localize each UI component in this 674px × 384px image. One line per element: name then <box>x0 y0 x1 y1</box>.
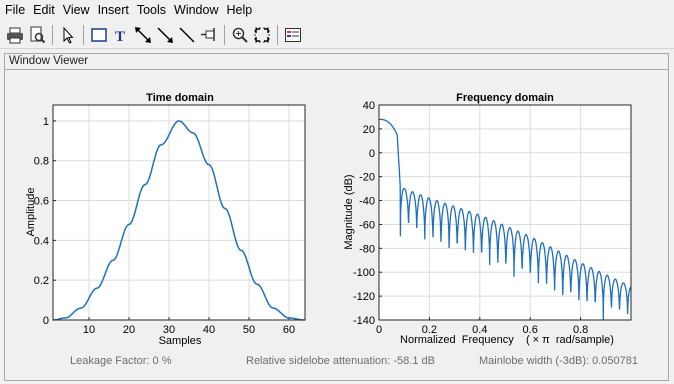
time-domain-y-tick-label: 1 <box>43 116 49 128</box>
time-domain-y-tick-label: 0.8 <box>34 156 49 168</box>
time-domain-x-tick-label: 50 <box>243 324 255 336</box>
time-domain-title: Time domain <box>146 92 214 104</box>
frequency-domain-y-tick-label: -100 <box>353 267 375 279</box>
frequency-domain-title: Frequency domain <box>456 92 554 104</box>
frequency-domain-xlabel: Normalized Frequency ( × π rad/sample) <box>400 334 614 346</box>
frequency-domain-y-tick-label: -120 <box>353 291 375 303</box>
frequency-domain-y-tick-label: -140 <box>353 315 375 327</box>
leakage-factor-label: Leakage Factor: 0 % <box>70 355 172 367</box>
time-domain-y-tick-label: 0 <box>43 315 49 327</box>
time-domain-x-tick-label: 10 <box>83 324 95 336</box>
plots-svg: 10 20 30 40 50 6000.20.40.60.81 Time domain S… <box>25 92 632 347</box>
frequency-domain-ylabel: Magnitude (dB) <box>343 174 355 249</box>
frequency-domain-y-tick-label: -80 <box>359 243 375 255</box>
frequency-domain-y-tick-label: 40 <box>363 100 375 112</box>
time-domain-ylabel: Amplitude <box>25 188 37 237</box>
frequency-domain-y-tick-label: -20 <box>359 172 375 184</box>
time-domain-x-tick-label: 40 <box>203 324 215 336</box>
frequency-domain-y-tick-label: -40 <box>359 196 375 208</box>
time-domain-xlabel: Samples <box>159 335 202 347</box>
time-domain-plot-background[interactable] <box>53 105 305 320</box>
frequency-domain-axes: 0 0.2 0.4 0.6 0.8-140-120-100-80-60-40-20020… <box>343 92 632 346</box>
frequency-domain-y-tick-label: 20 <box>363 124 375 136</box>
sidelobe-attenuation-label: Relative sidelobe attenuation: -58.1 dB <box>246 355 435 367</box>
time-domain-axes: 10 20 30 40 50 6000.20.40.60.81 Time domain S… <box>25 92 306 347</box>
frequency-domain-y-tick-label: 0 <box>369 148 375 160</box>
time-domain-y-tick-label: 0.2 <box>34 275 49 287</box>
mainlobe-width-label: Mainlobe width (-3dB): 0.050781 <box>479 355 638 367</box>
frequency-domain-x-tick-label: 0 <box>376 324 382 336</box>
time-domain-x-tick-label: 20 <box>123 324 135 336</box>
frequency-domain-y-tick-label: -60 <box>359 219 375 231</box>
time-domain-x-tick-label: 60 <box>283 324 295 336</box>
